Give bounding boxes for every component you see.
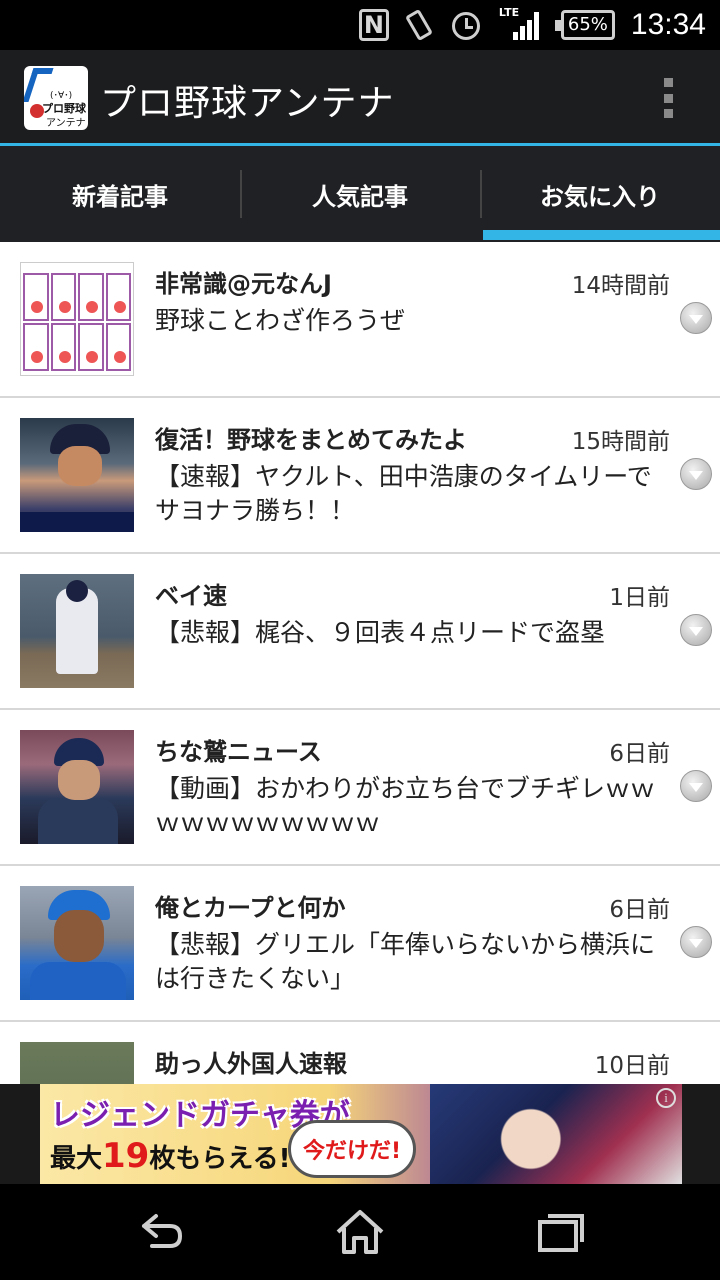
- article-title: 【悲報】梶谷、９回表４点リードで盗塁: [155, 618, 606, 647]
- article-row[interactable]: 俺とカープと何か 6日前 【悲報】グリエル「年俸いらないから横浜には行きたくない…: [0, 866, 720, 1022]
- chevron-down-icon[interactable]: [680, 770, 712, 802]
- recent-apps-icon[interactable]: [530, 1204, 590, 1260]
- ad-banner[interactable]: レジェンドガチャ券が 最大19枚もらえる! 今だけだ! i: [40, 1084, 682, 1184]
- article-row[interactable]: 非常識@元なんJ 14時間前 野球ことわざ作ろうぜ: [0, 242, 720, 398]
- chevron-down-icon[interactable]: [680, 302, 712, 334]
- article-time: 10日前: [594, 1053, 670, 1079]
- article-time: 6日前: [609, 897, 670, 923]
- article-title: 【悲報】グリエル「年俸いらないから横浜には行きたくない」: [155, 930, 656, 993]
- chevron-down-icon[interactable]: [680, 458, 712, 490]
- article-source: 助っ人外国人速報: [155, 1050, 347, 1078]
- article-time: 6日前: [609, 741, 670, 767]
- tab-new-articles[interactable]: 新着記事: [0, 146, 240, 242]
- status-bar: N LTE 65% 13:34: [0, 0, 720, 50]
- ad-info-icon[interactable]: i: [656, 1088, 676, 1108]
- article-thumbnail: [20, 730, 134, 844]
- battery-indicator: 65%: [554, 10, 615, 40]
- ad-artwork: [430, 1084, 682, 1184]
- article-thumbnail: [20, 886, 134, 1000]
- article-time: 15時間前: [571, 429, 670, 455]
- article-list: 非常識@元なんJ 14時間前 野球ことわざ作ろうぜ 復活！野球をまとめてみたよ …: [0, 242, 720, 1084]
- article-source: ちな鷲ニュース: [155, 738, 322, 766]
- vibrate-icon: [404, 8, 433, 42]
- action-bar: (･∀･) プロ野球 アンテナ プロ野球アンテナ: [0, 50, 720, 144]
- back-icon[interactable]: [130, 1204, 190, 1260]
- chevron-down-icon[interactable]: [680, 926, 712, 958]
- alarm-icon: [449, 8, 483, 42]
- article-source: 非常識@元なんJ: [155, 270, 332, 298]
- article-thumbnail: [20, 418, 134, 532]
- article-time: 1日前: [609, 585, 670, 611]
- signal-icon: LTE: [499, 6, 539, 42]
- article-row[interactable]: 助っ人外国人速報 10日前: [0, 1022, 720, 1084]
- article-title: 野球ことわざ作ろうぜ: [155, 306, 406, 335]
- article-thumbnail: [20, 262, 134, 376]
- status-time: 13:34: [630, 8, 706, 41]
- article-row[interactable]: ベイ速 1日前 【悲報】梶谷、９回表４点リードで盗塁: [0, 554, 720, 710]
- article-thumbnail: [20, 574, 134, 688]
- article-source: 俺とカープと何か: [155, 894, 346, 922]
- tab-favorites[interactable]: お気に入り: [480, 146, 720, 242]
- overflow-menu-icon[interactable]: [660, 78, 676, 118]
- app-title: プロ野球アンテナ: [100, 83, 395, 124]
- tab-bar: 新着記事 人気記事 お気に入り: [0, 146, 720, 242]
- article-row[interactable]: ちな鷲ニュース 6日前 【動画】おかわりがお立ち台でブチギレｗｗｗｗｗｗｗｗｗｗ…: [0, 710, 720, 866]
- ad-callout: 今だけだ!: [288, 1120, 416, 1178]
- app-logo-line2: アンテナ: [46, 118, 86, 129]
- article-title: 【動画】おかわりがお立ち台でブチギレｗｗｗｗｗｗｗｗｗｗｗ: [155, 774, 656, 837]
- nfc-icon: N: [358, 9, 389, 41]
- ad-area: レジェンドガチャ券が 最大19枚もらえる! 今だけだ! i: [0, 1084, 720, 1184]
- article-row[interactable]: 復活！野球をまとめてみたよ 15時間前 【速報】ヤクルト、田中浩康のタイムリーで…: [0, 398, 720, 554]
- article-time: 14時間前: [571, 273, 670, 299]
- home-icon[interactable]: [330, 1204, 390, 1260]
- app-logo-icon[interactable]: (･∀･) プロ野球 アンテナ: [24, 66, 88, 130]
- article-source: ベイ速: [155, 582, 227, 610]
- article-source: 復活！野球をまとめてみたよ: [155, 426, 467, 454]
- ad-subline: 最大19枚もらえる!: [50, 1136, 291, 1176]
- chevron-down-icon[interactable]: [680, 614, 712, 646]
- article-thumbnail: [20, 1042, 134, 1084]
- article-title: 【速報】ヤクルト、田中浩康のタイムリーでサヨナラ勝ち！！: [155, 462, 652, 525]
- navigation-bar: [0, 1184, 720, 1280]
- tab-popular-articles[interactable]: 人気記事: [240, 146, 480, 242]
